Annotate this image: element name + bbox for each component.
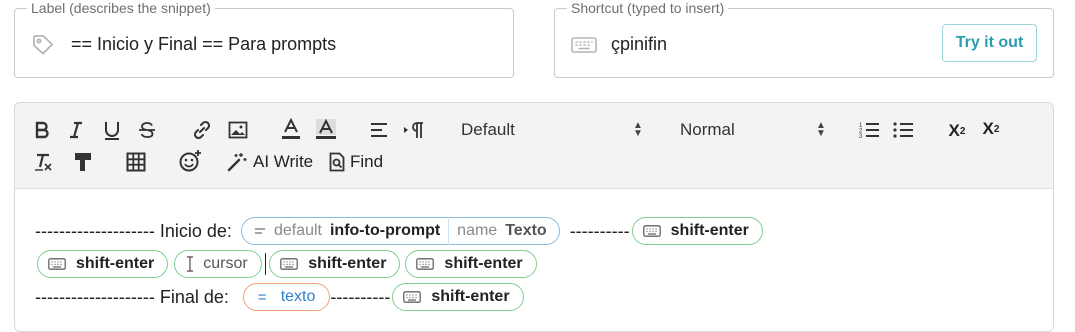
subscript-sub: 2 <box>959 125 966 137</box>
font-size-value: Normal <box>680 120 735 139</box>
shortcut-field-legend: Shortcut (typed to insert) <box>567 0 729 16</box>
dashes-text: ---------- <box>569 220 630 241</box>
editor-toolbar: Default ▲ ▼ Normal ▲ ▼ 123 X2 X2 AI Writ… <box>15 103 1053 189</box>
try-it-out-button[interactable]: Try it out <box>942 24 1037 62</box>
find-icon <box>329 152 345 172</box>
ai-write-label: AI Write <box>253 152 314 171</box>
underline-button[interactable] <box>102 119 122 141</box>
shortcut-input[interactable]: çpinifin <box>611 33 667 55</box>
chip-value-info-to-prompt: info-to-prompt <box>329 222 441 239</box>
italic-button[interactable] <box>67 120 85 140</box>
texto-chip[interactable]: = texto <box>242 283 331 311</box>
subscript-button[interactable]: X2 <box>945 120 969 142</box>
shift-enter-chip[interactable]: shift-enter <box>269 250 401 278</box>
label-input[interactable]: == Inicio y Final == Para prompts <box>71 33 336 55</box>
chip-separator <box>448 217 450 245</box>
equals-symbol: = <box>257 288 267 306</box>
ordered-list-button[interactable]: 123 <box>858 120 880 140</box>
bold-button[interactable] <box>33 120 51 140</box>
bullet-list-button[interactable] <box>892 120 914 140</box>
magic-wand-icon <box>227 153 247 172</box>
keyboard-icon <box>571 33 597 57</box>
shift-enter-label: shift-enter <box>308 255 387 272</box>
content-line-1: -------------------- Inicio de: default … <box>35 216 763 246</box>
text-cursor-icon <box>185 256 195 272</box>
shift-enter-label: shift-enter <box>670 222 749 239</box>
shortcut-field[interactable]: Shortcut (typed to insert) çpinifin Try … <box>554 0 1054 78</box>
tag-icon <box>31 33 55 57</box>
emoji-button[interactable] <box>178 149 202 173</box>
font-size-select[interactable]: Normal ▲ ▼ <box>680 119 830 141</box>
find-button[interactable]: Find <box>329 150 399 174</box>
label-field[interactable]: Label (describes the snippet) == Inicio … <box>14 0 514 78</box>
keyboard-icon <box>403 291 422 303</box>
link-button[interactable] <box>191 120 213 140</box>
format-painter-button[interactable] <box>73 151 93 173</box>
keyboard-icon <box>280 258 299 270</box>
select-arrows-icon: ▲ ▼ <box>816 120 826 139</box>
text-color-button[interactable] <box>281 117 301 141</box>
content-line-3: -------------------- Final de: = texto -… <box>35 282 524 312</box>
superscript-sup: 2 <box>993 123 1000 135</box>
shift-enter-chip[interactable]: shift-enter <box>405 250 537 278</box>
cursor-label: cursor <box>203 255 248 272</box>
chip-label-default: default <box>273 222 322 239</box>
shift-enter-chip[interactable]: shift-enter <box>392 283 524 311</box>
keyboard-icon <box>48 258 66 270</box>
shift-enter-chip[interactable]: shift-enter <box>37 250 169 278</box>
superscript-button[interactable]: X2 <box>979 118 1003 140</box>
final-dashes-text: -------------------- Final de: <box>35 286 229 307</box>
chip-label-name: name <box>457 222 498 239</box>
inicio-dashes-text: -------------------- Inicio de: <box>35 220 232 241</box>
highlight-button[interactable] <box>315 117 337 141</box>
ai-write-button[interactable]: AI Write <box>227 150 323 174</box>
equals-icon <box>254 226 266 236</box>
dashes-text: ---------- <box>330 286 391 307</box>
info-to-prompt-chip[interactable]: default info-to-prompt name Texto <box>240 217 560 245</box>
shift-enter-label: shift-enter <box>431 288 510 305</box>
font-family-value: Default <box>461 120 515 139</box>
select-arrows-icon: ▲ ▼ <box>633 120 643 139</box>
font-family-select[interactable]: Default ▲ ▼ <box>461 119 643 141</box>
text-direction-button[interactable] <box>403 120 425 140</box>
label-field-legend: Label (describes the snippet) <box>27 0 215 16</box>
find-label: Find <box>350 152 384 171</box>
strikethrough-button[interactable] <box>137 120 157 140</box>
svg-text:3: 3 <box>859 134 863 139</box>
shift-enter-label: shift-enter <box>444 255 523 272</box>
subscript-label: X <box>948 121 960 140</box>
shift-enter-chip[interactable]: shift-enter <box>631 217 763 245</box>
keyboard-icon <box>416 258 435 270</box>
texto-label: texto <box>280 288 316 305</box>
content-line-2: shift-enter cursor shift-enter shift-ent… <box>35 249 537 279</box>
table-button[interactable] <box>125 151 147 173</box>
align-button[interactable] <box>369 121 389 139</box>
cursor-chip[interactable]: cursor <box>174 250 262 278</box>
clear-format-button[interactable] <box>33 151 55 173</box>
keyboard-icon <box>642 225 661 237</box>
text-caret <box>264 253 267 275</box>
chip-value-texto: Texto <box>505 222 547 239</box>
shift-enter-label: shift-enter <box>76 255 155 272</box>
superscript-label: X <box>982 119 994 138</box>
image-button[interactable] <box>227 120 249 140</box>
snippet-editor[interactable]: Default ▲ ▼ Normal ▲ ▼ 123 X2 X2 AI Writ… <box>14 102 1054 332</box>
